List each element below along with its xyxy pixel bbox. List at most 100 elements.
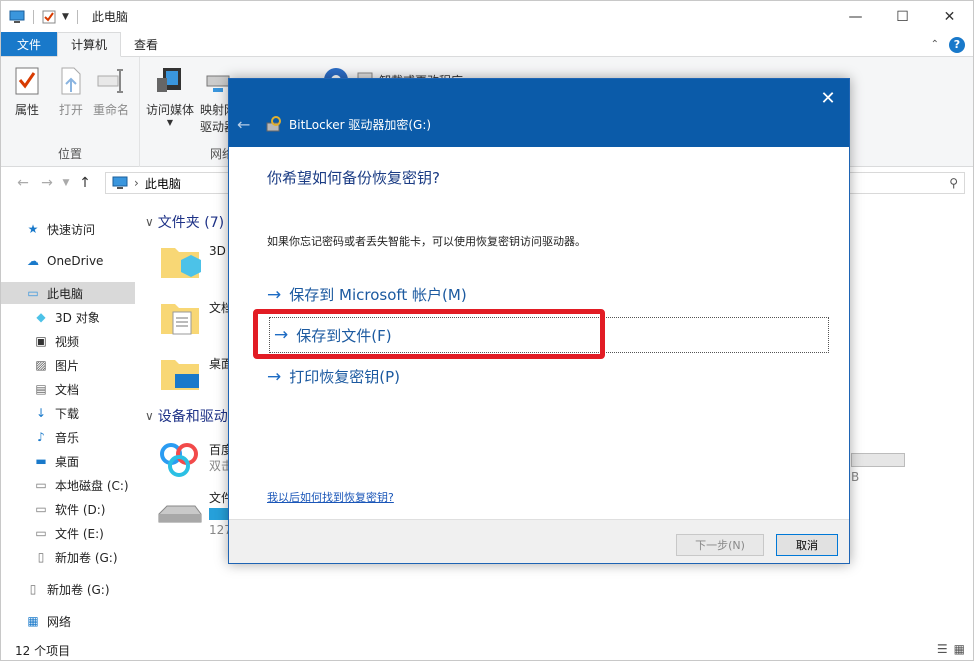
chevron-down-icon: ∨ — [145, 409, 154, 423]
tab-file[interactable]: 文件 — [1, 32, 58, 56]
dialog-close-button[interactable]: ✕ — [815, 85, 841, 111]
print-recovery-key-option[interactable]: → 打印恢复密钥(P) — [267, 366, 400, 387]
drive-capacity-text: B — [851, 470, 860, 484]
document-icon: ▤ — [35, 382, 47, 396]
nav-item-label: 此电脑 — [47, 286, 84, 301]
ribbon-right-controls: ⌃ ? — [931, 32, 965, 57]
search-input[interactable]: ⚲ — [849, 172, 965, 194]
music-icon: ♪ — [37, 430, 45, 444]
drive-capacity-bar — [851, 453, 905, 467]
group-label-location: 位置 — [57, 147, 82, 161]
dialog-footer: 下一步(N) 取消 — [229, 519, 849, 563]
folder-item-desktop[interactable]: 桌面 — [159, 352, 233, 396]
device-item-baidu[interactable]: 百度 双击 — [155, 434, 233, 482]
large-icons-view-icon[interactable]: ▦ — [954, 642, 965, 656]
quick-access-toolbar: ▼ — [1, 9, 80, 24]
drive-icon: ▭ — [35, 502, 47, 516]
nav-item[interactable]: ▤ 文档 — [1, 378, 135, 400]
dialog-header: ✕ ← BitLocker 驱动器加密(G:) — [229, 79, 849, 147]
cloud-icon: ☁ — [27, 254, 39, 268]
tab-computer[interactable]: 计算机 — [57, 32, 122, 57]
window-controls: — ☐ ✕ — [832, 1, 973, 32]
open-icon — [55, 65, 87, 97]
view-toggle: ☰ ▦ — [937, 642, 965, 656]
nav-item[interactable]: ▨ 图片 — [1, 354, 135, 376]
computer-icon — [9, 10, 25, 23]
properties-check-icon[interactable] — [42, 10, 56, 24]
nav-item-label: 文件 (E:) — [55, 526, 104, 541]
dialog-back-button[interactable]: ← — [237, 115, 250, 134]
title-bar: ▼ 此电脑 — ☐ ✕ — [1, 1, 973, 32]
ribbon-tabs: 文件 计算机 查看 ⌃ ? — [1, 32, 973, 57]
desktop-folder-icon — [161, 360, 199, 390]
access-media-button[interactable]: 访问媒体 ▼ — [146, 65, 194, 127]
computer-icon — [112, 176, 128, 189]
bitlocker-key-icon — [266, 116, 281, 132]
nav-item[interactable]: ▭ 本地磁盘 (C:) — [1, 474, 135, 496]
nav-item-label: 新加卷 (G:) — [55, 550, 118, 565]
details-view-icon[interactable]: ☰ — [937, 642, 948, 656]
nav-item[interactable]: ↓ 下载 — [1, 402, 135, 424]
window-title: 此电脑 — [91, 10, 128, 24]
nav-item[interactable]: ▭ 文件 (E:) — [1, 522, 135, 544]
customize-toolbar-dropdown-icon[interactable]: ▼ — [62, 12, 69, 22]
nav-item-label: 下载 — [55, 406, 80, 421]
nav-item[interactable]: ▯ 新加卷 (G:) — [1, 546, 135, 568]
video-icon: ▣ — [35, 334, 47, 348]
properties-button[interactable]: 属性 — [11, 65, 43, 118]
search-icon: ⚲ — [949, 176, 958, 190]
folder-item-3d[interactable]: 3D — [159, 240, 226, 284]
dialog-description: 如果你忘记密码或者丢失智能卡，可以使用恢复密钥访问驱动器。 — [267, 235, 586, 248]
cancel-button[interactable]: 取消 — [776, 534, 838, 556]
device-item-files-drive[interactable]: 文件 127 — [155, 490, 235, 538]
close-window-button[interactable]: ✕ — [926, 1, 973, 32]
up-button[interactable]: ↑ — [73, 175, 97, 191]
arrow-right-icon: → — [267, 366, 282, 387]
picture-icon: ▨ — [35, 358, 47, 372]
drive-usage-fill — [209, 508, 230, 520]
nav-item[interactable]: ▬ 桌面 — [1, 450, 135, 472]
nav-item[interactable]: ☁ OneDrive — [1, 250, 135, 272]
nav-item-label: 音乐 — [55, 430, 80, 445]
maximize-button[interactable]: ☐ — [879, 1, 926, 32]
nav-item[interactable]: ▣ 视频 — [1, 330, 135, 352]
nav-item-label: OneDrive — [47, 254, 104, 268]
help-icon[interactable]: ? — [949, 36, 965, 53]
dialog-heading: 你希望如何备份恢复密钥? — [267, 169, 440, 187]
breadcrumb-this-pc[interactable]: 此电脑 — [145, 175, 181, 192]
forward-button[interactable]: → — [35, 175, 59, 191]
documents-folder-icon — [161, 304, 199, 335]
recent-locations-button[interactable]: ▼ — [59, 178, 73, 188]
nav-item[interactable]: ♪ 音乐 — [1, 426, 135, 448]
baidu-netdisk-icon — [160, 443, 198, 477]
next-button[interactable]: 下一步(N) — [676, 534, 764, 556]
rename-button[interactable]: 重命名 — [93, 65, 129, 118]
nav-item[interactable]: ▯ 新加卷 (G:) — [1, 578, 135, 600]
minimize-button[interactable]: — — [832, 1, 879, 32]
computer-icon: ▭ — [27, 286, 39, 300]
status-bar: 12 个项目 ☰ ▦ — [1, 639, 973, 661]
media-icon — [154, 65, 186, 97]
breadcrumb-separator: › — [134, 176, 139, 190]
item-count: 12 个项目 — [15, 643, 71, 658]
back-button[interactable]: ← — [11, 175, 35, 191]
help-find-recovery-key-link[interactable]: 我以后如何找到恢复密钥? — [267, 489, 394, 505]
open-button[interactable]: 打开 — [55, 65, 87, 118]
nav-item-label: 软件 (D:) — [55, 502, 106, 517]
usb-drive-icon: ▯ — [29, 582, 37, 596]
nav-item[interactable]: ▦ 网络 — [1, 610, 135, 632]
save-to-microsoft-account-option[interactable]: → 保存到 Microsoft 帐户(M) — [267, 284, 467, 305]
properties-icon — [11, 65, 43, 97]
tab-view[interactable]: 查看 — [121, 32, 171, 56]
folders-group-header[interactable]: ∨ 文件夹 (7) — [145, 212, 224, 232]
devices-group-header[interactable]: ∨ 设备和驱动 — [145, 406, 228, 426]
navigation-pane: ★ 快速访问 ☁ OneDrive ▭ 此电脑 ◆ 3D 对象 ▣ 视频 ▨ 图片 ▤ 文档 ↓ 下载 ♪ 音乐 ▬… — [1, 208, 135, 638]
nav-item[interactable]: ◆ 3D 对象 — [1, 306, 135, 328]
nav-item[interactable]: ▭ 软件 (D:) — [1, 498, 135, 520]
folder-item-documents[interactable]: 文档 — [159, 296, 233, 340]
nav-item[interactable]: ▭ 此电脑 — [1, 282, 135, 304]
chevron-up-icon[interactable]: ⌃ — [931, 39, 939, 50]
drive-icon: ▭ — [35, 478, 47, 492]
nav-item-label: 新加卷 (G:) — [47, 582, 110, 597]
nav-item[interactable]: ★ 快速访问 — [1, 218, 135, 240]
